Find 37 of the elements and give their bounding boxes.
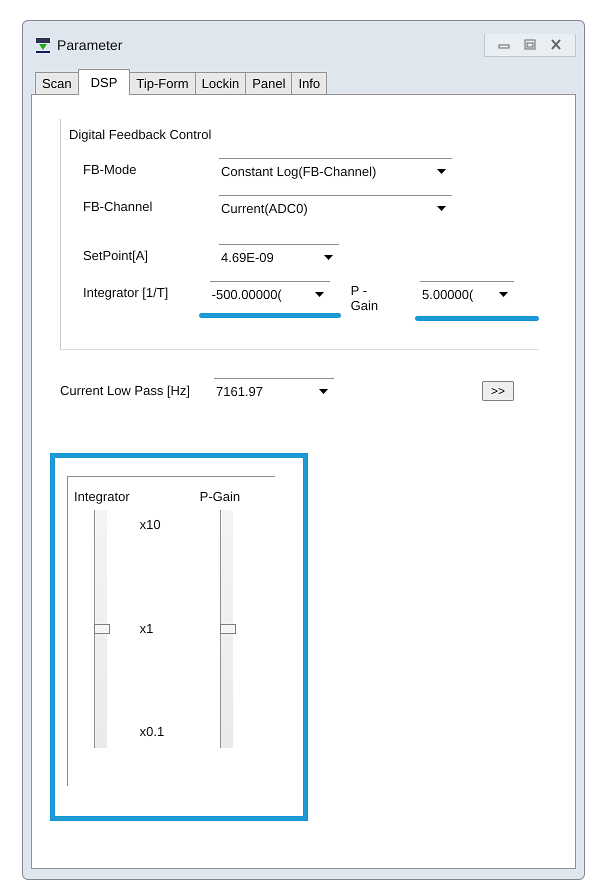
field-label: P - Gain <box>350 283 380 313</box>
group-title: Digital Feedback Control <box>69 127 212 142</box>
scale-label: x10 <box>140 517 162 532</box>
slider-label: Integrator <box>74 489 130 504</box>
dropdown[interactable]: 7161.97 <box>214 378 334 403</box>
caret-icon <box>319 388 328 394</box>
dropdown[interactable]: 5.00000( <box>420 281 514 306</box>
slider-label: P-Gain <box>200 489 240 504</box>
tab[interactable]: Tip-Form <box>129 72 196 94</box>
tab[interactable]: DSP <box>78 69 130 95</box>
slider-thumb[interactable] <box>94 624 110 634</box>
expand-button[interactable]: >> <box>482 380 514 400</box>
caret-icon <box>499 292 508 296</box>
dropdown[interactable]: -500.00000( <box>210 281 330 306</box>
app-icon <box>35 37 51 53</box>
dropdown[interactable]: Constant Log(FB-Channel) <box>219 158 452 183</box>
field-label: FB-Channel <box>83 198 154 214</box>
scale-label: x1 <box>140 620 154 636</box>
field-label: Integrator [1/T] <box>83 284 170 300</box>
caret-icon <box>314 292 324 296</box>
dropdown[interactable]: Current(ADC0) <box>219 195 452 220</box>
field-label: FB-Mode <box>83 161 138 177</box>
caret-icon <box>437 168 446 174</box>
scale-label: x0.1 <box>140 724 166 739</box>
caret-icon <box>324 254 333 260</box>
field-label: Current Low Pass [Hz] <box>60 383 192 398</box>
tab[interactable]: Panel <box>245 72 292 94</box>
caret-icon <box>437 206 446 210</box>
tab[interactable]: Scan <box>35 72 79 94</box>
dropdown[interactable]: 4.69E-09 <box>219 244 339 269</box>
slider[interactable] <box>94 510 107 748</box>
tab[interactable]: Lockin <box>194 72 246 94</box>
tab[interactable]: Info <box>291 72 328 94</box>
slider-thumb[interactable] <box>220 624 236 634</box>
slider[interactable] <box>220 510 233 748</box>
field-label: SetPoint[A] <box>83 247 150 263</box>
window-title: Parameter <box>57 37 122 53</box>
